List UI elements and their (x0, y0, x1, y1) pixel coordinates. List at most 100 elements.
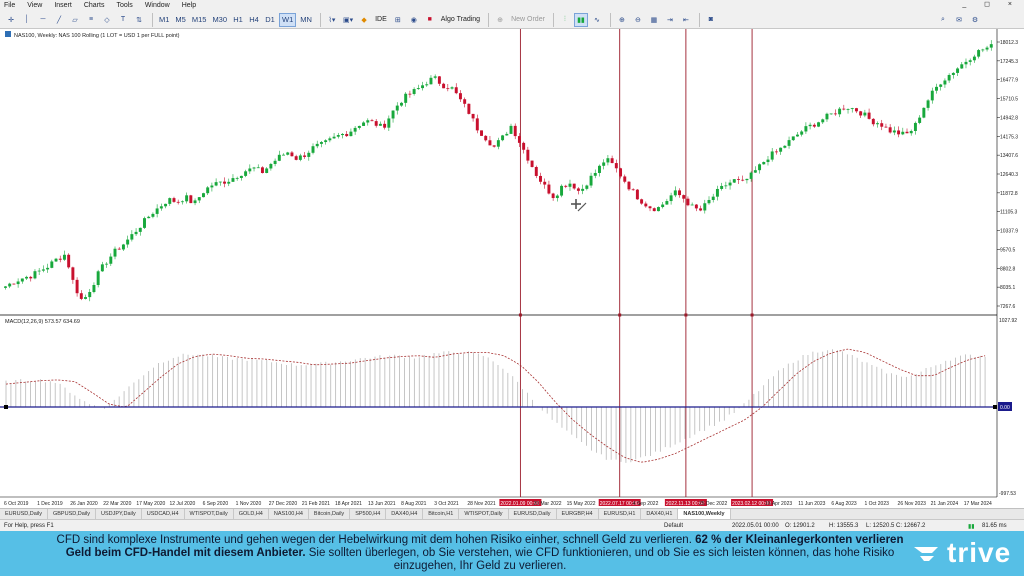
timeframe-m15[interactable]: M15 (190, 13, 209, 27)
autoscroll-icon[interactable]: ⇥ (663, 13, 677, 27)
menu-item-help[interactable]: Help (182, 2, 196, 9)
chart-canvas[interactable]: 0.00 18012.3 17245.3 16477.9 15710.5 14942.8… (0, 29, 1024, 508)
candle-body (922, 107, 926, 118)
candle-body (779, 147, 783, 152)
price-tick-label: 8802.8 (1000, 266, 1016, 272)
status-profile[interactable]: Default (664, 523, 683, 529)
menu-item-view[interactable]: View (27, 2, 42, 9)
menu-item-file[interactable]: File (4, 2, 15, 9)
candle-body (505, 133, 509, 136)
timeframe-m5[interactable]: M5 (173, 13, 187, 27)
candle-body (46, 267, 50, 270)
vertical-line-handle[interactable] (750, 313, 754, 317)
candle-body (762, 162, 766, 165)
status-low: L: 12520.5 (866, 523, 895, 529)
chart-tab[interactable]: WTISPOT,Daily (185, 509, 234, 519)
trendline-icon[interactable]: ╱ (52, 13, 66, 27)
chart-type-icon[interactable]: ⌇▾ (325, 13, 339, 27)
vertical-line-handle[interactable] (684, 313, 688, 317)
algo-trading-icon[interactable]: ■ (423, 13, 437, 27)
timeframe-h1[interactable]: H1 (231, 13, 245, 27)
timeframe-d1[interactable]: D1 (263, 13, 277, 27)
one-click-icon[interactable]: ⊞ (391, 13, 405, 27)
grid-icon[interactable]: ▦ (647, 13, 661, 27)
new-order-icon[interactable]: ⊕ (493, 13, 507, 27)
chart-tab[interactable]: USDCAD,H4 (142, 509, 185, 519)
candle-body (37, 270, 41, 272)
chart-tab[interactable]: SP500,H4 (350, 509, 387, 519)
menu-item-charts[interactable]: Charts (84, 2, 105, 9)
candle-body (92, 284, 96, 293)
candle-body (956, 68, 960, 73)
timeframe-w1[interactable]: W1 (279, 12, 297, 27)
chart-tab[interactable]: EURUSD,Daily (0, 509, 48, 519)
chart-tab[interactable]: WTISPOT,Daily (459, 509, 509, 519)
candle-body (58, 258, 62, 260)
menu-item-insert[interactable]: Insert (54, 2, 72, 9)
candle-body (437, 76, 441, 84)
account-icon[interactable]: ⚙ (968, 13, 982, 27)
menu-item-tools[interactable]: Tools (116, 2, 132, 9)
chart-window[interactable]: 0.00 18012.3 17245.3 16477.9 15710.5 14942.8… (0, 29, 1024, 508)
chart-tab[interactable]: USDJPY,Daily (96, 509, 142, 519)
candle-body (737, 179, 740, 180)
candle-body (429, 77, 433, 85)
macd-axis-max: 1027.92 (999, 318, 1017, 324)
menu-item-window[interactable]: Window (145, 2, 170, 9)
chart-tab[interactable]: DAX40,H4 (386, 509, 424, 519)
symbol-menu-icon[interactable] (5, 31, 11, 37)
vertical-line-handle[interactable] (518, 313, 522, 317)
chart-tab[interactable]: Bitcoin,Daily (309, 509, 351, 519)
chart-tab[interactable]: NAS100,H4 (269, 509, 309, 519)
chart-tab[interactable]: GOLD,H4 (234, 509, 269, 519)
timeframe-m30[interactable]: M30 (210, 13, 229, 27)
window-controls[interactable]: _ ◻ × (962, 0, 1020, 8)
arrows-icon[interactable]: ⇅ (132, 13, 146, 27)
channel-icon[interactable]: ▱ (68, 13, 82, 27)
shapes-icon[interactable]: ◇ (100, 13, 114, 27)
ide-icon[interactable]: ◆ (357, 13, 371, 27)
fibonacci-icon[interactable]: ≡ (84, 13, 98, 27)
time-tick-label: 21 Feb 2021 (302, 501, 330, 507)
time-tick-label: 3 Oct 2021 (434, 501, 459, 507)
vertical-line-handle[interactable] (618, 313, 622, 317)
chart-tab[interactable]: Bitcoin,H1 (423, 509, 460, 519)
search-icon[interactable]: ⌕ (936, 13, 950, 27)
algo-trading-button[interactable]: Algo Trading (439, 13, 482, 27)
horizontal-line-icon[interactable]: ─ (36, 13, 50, 27)
candle-chart-icon[interactable]: ▮▮ (573, 12, 588, 27)
candle-body (926, 100, 930, 108)
timeframe-m1[interactable]: M1 (157, 13, 171, 27)
vertical-line-icon[interactable]: │ (20, 13, 34, 27)
bar-chart-icon[interactable]: ⫶ (558, 13, 572, 27)
chart-tab[interactable]: EURUSD,Daily (509, 509, 557, 519)
templates-icon[interactable]: ▣▾ (341, 13, 355, 27)
candle-body (665, 201, 669, 205)
timeframe-h4[interactable]: H4 (247, 13, 261, 27)
chart-tab[interactable]: EURGBP,H4 (557, 509, 599, 519)
time-tick-label: 1 Oct 2023 (864, 501, 889, 507)
chart-tab[interactable]: DAX40,H1 (641, 509, 679, 519)
chart-tab[interactable]: EURUSD,H1 (599, 509, 642, 519)
candle-body (75, 279, 79, 294)
timeframe-mn[interactable]: MN (298, 13, 314, 27)
candle-body (269, 164, 273, 169)
candle-body (159, 206, 163, 209)
zoom-out-icon[interactable]: ⊖ (631, 13, 645, 27)
zero-line-handle-right[interactable] (993, 405, 997, 409)
ide-button[interactable]: IDE (373, 13, 389, 27)
text-icon[interactable]: T (116, 13, 130, 27)
new-order-button[interactable]: New Order (509, 13, 547, 27)
chart-tab[interactable]: NAS100,Weekly (678, 509, 731, 519)
candle-body (67, 254, 71, 268)
screenshot-icon[interactable]: ◙ (704, 13, 718, 27)
signals-icon[interactable]: ◉ (407, 13, 421, 27)
line-chart-icon[interactable]: ∿ (590, 13, 604, 27)
candle-body (656, 207, 660, 212)
zero-line-handle-left[interactable] (4, 405, 8, 409)
chart-tab[interactable]: GBPUSD,Daily (48, 509, 96, 519)
crosshair-tool-icon[interactable]: ✛ (4, 13, 18, 27)
chart-shift-icon[interactable]: ⇤ (679, 13, 693, 27)
chat-icon[interactable]: ✉ (952, 13, 966, 27)
zoom-in-icon[interactable]: ⊕ (615, 13, 629, 27)
